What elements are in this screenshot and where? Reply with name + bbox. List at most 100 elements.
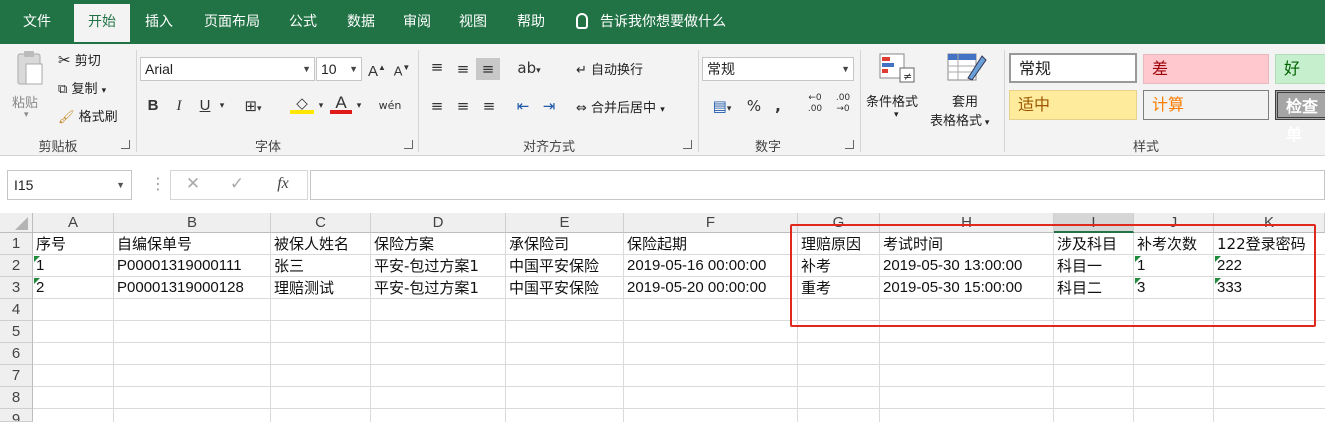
bold-button[interactable]: B bbox=[144, 95, 162, 117]
cell-f1[interactable]: 保险起期 bbox=[624, 233, 687, 255]
row-header-8[interactable]: 8 bbox=[0, 387, 33, 409]
tab-review[interactable]: 审阅 bbox=[394, 0, 440, 44]
increase-indent-icon[interactable]: ⇥ bbox=[538, 95, 560, 117]
style-check-cell[interactable]: 检查单 bbox=[1275, 90, 1325, 144]
decrease-indent-icon[interactable]: ⇤ bbox=[512, 95, 534, 117]
align-middle-icon[interactable]: ≡ bbox=[452, 58, 474, 80]
fill-dropdown-icon[interactable]: ▾ bbox=[316, 95, 326, 117]
clipboard-launcher-icon[interactable] bbox=[121, 140, 130, 149]
fill-color-icon[interactable]: ◇ bbox=[290, 92, 314, 114]
style-calculation[interactable]: 计算 bbox=[1143, 90, 1269, 120]
tab-data[interactable]: 数据 bbox=[338, 0, 384, 44]
align-bottom-icon[interactable]: ≡ bbox=[476, 58, 500, 80]
conditional-format-icon[interactable]: ≠ bbox=[878, 52, 918, 86]
cell-e1[interactable]: 承保险司 bbox=[506, 233, 569, 255]
percent-button[interactable]: % bbox=[744, 95, 764, 117]
cell-d3[interactable]: 平安-包过方案1 bbox=[371, 277, 479, 299]
increase-decimal-icon[interactable]: ←0.00 bbox=[804, 93, 826, 115]
number-format-select[interactable]: 常规 ▼ bbox=[702, 57, 854, 81]
row-header-4[interactable]: 4 bbox=[0, 299, 33, 321]
column-header-c[interactable]: C bbox=[271, 213, 371, 233]
row-header-1[interactable]: 1 bbox=[0, 233, 33, 255]
paste-button[interactable]: 粘贴 bbox=[12, 92, 38, 111]
style-neutral[interactable]: 适中 bbox=[1009, 90, 1137, 120]
row-header-9[interactable]: 9 bbox=[0, 409, 33, 422]
alignment-launcher-icon[interactable] bbox=[683, 140, 692, 149]
paste-icon[interactable] bbox=[12, 50, 46, 88]
decrease-font-icon[interactable]: A▼ bbox=[392, 57, 412, 82]
enter-icon[interactable]: ✓ bbox=[226, 171, 248, 197]
underline-dropdown-icon[interactable]: ▾ bbox=[216, 95, 228, 117]
phonetic-icon[interactable]: wén bbox=[378, 95, 402, 117]
tell-me-search[interactable]: 告诉我你想要做什么 bbox=[576, 0, 726, 44]
tab-page-layout[interactable]: 页面布局 bbox=[192, 0, 272, 44]
column-header-f[interactable]: F bbox=[624, 213, 798, 233]
align-center-icon[interactable]: ≡ bbox=[452, 95, 474, 117]
conditional-format-button[interactable]: 条件格式 bbox=[866, 91, 918, 110]
cell-c1[interactable]: 被保人姓名 bbox=[271, 233, 349, 255]
cell-f3[interactable]: 2019-05-20 00:00:00 bbox=[624, 277, 766, 299]
merge-center-button[interactable]: ⇔ 合并后居中 ▾ bbox=[576, 97, 665, 116]
table-format-label-1[interactable]: 套用 bbox=[952, 91, 978, 110]
cell-b1[interactable]: 自编保单号 bbox=[114, 233, 192, 255]
font-name-select[interactable]: Arial ▼ bbox=[140, 57, 315, 81]
align-top-icon[interactable]: ≡ bbox=[426, 56, 448, 78]
comma-button[interactable]: , bbox=[770, 95, 786, 117]
cell-e2[interactable]: 中国平安保险 bbox=[506, 255, 599, 277]
table-format-icon[interactable] bbox=[946, 50, 988, 88]
font-size-select[interactable]: 10 ▼ bbox=[316, 57, 362, 81]
tab-insert[interactable]: 插入 bbox=[136, 0, 182, 44]
column-header-b[interactable]: B bbox=[114, 213, 271, 233]
cell-b3[interactable]: P00001319000128 bbox=[114, 277, 244, 299]
font-color-dropdown-icon[interactable]: ▾ bbox=[354, 95, 364, 117]
align-right-icon[interactable]: ≡ bbox=[478, 95, 500, 117]
column-header-d[interactable]: D bbox=[371, 213, 506, 233]
conditional-dropdown-icon[interactable]: ▾ bbox=[894, 110, 899, 120]
italic-button[interactable]: I bbox=[170, 95, 188, 117]
tab-help[interactable]: 帮助 bbox=[508, 0, 554, 44]
tab-formulas[interactable]: 公式 bbox=[280, 0, 326, 44]
select-all-corner[interactable] bbox=[0, 213, 33, 233]
border-icon[interactable]: ⊞▾ bbox=[240, 95, 266, 120]
cell-c3[interactable]: 理赔测试 bbox=[271, 277, 334, 299]
cell-f2[interactable]: 2019-05-16 00:00:00 bbox=[624, 255, 766, 277]
cell-a3[interactable]: 2 bbox=[33, 277, 44, 299]
cell-a2[interactable]: 1 bbox=[33, 255, 44, 277]
font-color-icon[interactable]: A bbox=[330, 92, 352, 114]
wrap-text-button[interactable]: ↵ 自动换行 bbox=[576, 59, 643, 78]
number-launcher-icon[interactable] bbox=[845, 140, 854, 149]
row-header-2[interactable]: 2 bbox=[0, 255, 33, 277]
font-launcher-icon[interactable] bbox=[404, 140, 413, 149]
format-painter-button[interactable]: 🖌 格式刷 bbox=[58, 106, 118, 125]
copy-button[interactable]: ⧉ 复制 ▾ bbox=[58, 78, 106, 97]
orientation-icon[interactable]: ab▾ bbox=[512, 57, 546, 82]
table-format-button[interactable]: 表格格式 ▾ bbox=[930, 110, 989, 129]
column-header-e[interactable]: E bbox=[506, 213, 624, 233]
name-box[interactable]: I15 ▼ bbox=[7, 170, 132, 200]
cell-e3[interactable]: 中国平安保险 bbox=[506, 277, 599, 299]
row-header-3[interactable]: 3 bbox=[0, 277, 33, 299]
formula-input[interactable] bbox=[310, 170, 1325, 200]
cell-b2[interactable]: P00001319000111 bbox=[114, 255, 242, 277]
cell-a1[interactable]: 序号 bbox=[33, 233, 66, 255]
decrease-decimal-icon[interactable]: .00 →0 bbox=[832, 93, 854, 115]
row-header-6[interactable]: 6 bbox=[0, 343, 33, 365]
cell-d1[interactable]: 保险方案 bbox=[371, 233, 434, 255]
row-header-5[interactable]: 5 bbox=[0, 321, 33, 343]
column-header-a[interactable]: A bbox=[33, 213, 114, 233]
cell-c2[interactable]: 张三 bbox=[271, 255, 304, 277]
accounting-format-icon[interactable]: ▤▾ bbox=[704, 95, 740, 120]
tab-view[interactable]: 视图 bbox=[450, 0, 496, 44]
cell-d2[interactable]: 平安-包过方案1 bbox=[371, 255, 479, 277]
tab-home[interactable]: 开始 bbox=[74, 4, 130, 44]
underline-button[interactable]: U bbox=[196, 95, 214, 117]
align-left-icon[interactable]: ≡ bbox=[426, 95, 448, 117]
insert-function-icon[interactable]: fx bbox=[270, 171, 296, 197]
row-header-7[interactable]: 7 bbox=[0, 365, 33, 387]
style-normal[interactable]: 常规 bbox=[1009, 53, 1137, 83]
tab-file[interactable]: 文件 bbox=[14, 0, 60, 44]
style-good[interactable]: 好 bbox=[1275, 54, 1325, 84]
cut-button[interactable]: ✂ 剪切 bbox=[58, 50, 101, 69]
paste-dropdown-icon[interactable]: ▾ bbox=[24, 110, 29, 120]
increase-font-icon[interactable]: A▲ bbox=[367, 57, 387, 83]
